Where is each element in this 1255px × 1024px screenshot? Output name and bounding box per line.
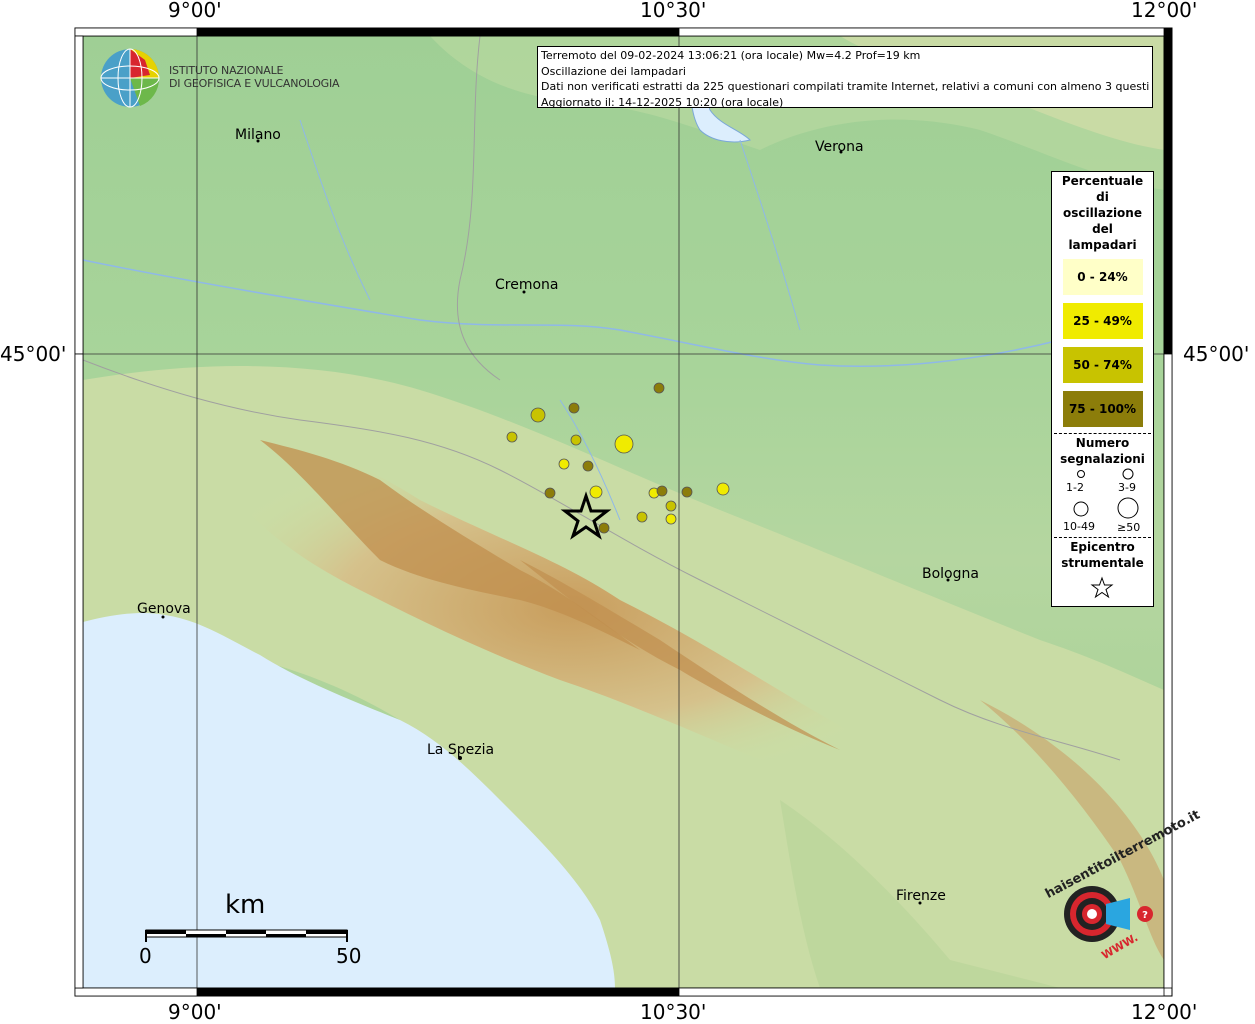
lon-label-bottom-left: 9°00' <box>168 1000 222 1024</box>
event-info-box: Terremoto del 09-02-2024 13:06:21 (ora l… <box>537 46 1153 109</box>
scale-unit: km <box>225 890 266 920</box>
obs-point <box>544 487 556 499</box>
obs-point <box>716 482 730 496</box>
legend-epicenter-title: Epicentro strumentale <box>1052 539 1153 571</box>
city-label-milano: Milano <box>235 127 281 143</box>
obs-point <box>656 485 668 497</box>
lon-label-top-mid: 10°30' <box>640 0 707 22</box>
legend-size-keys: 1-2 3-9 10-49 ≥50 <box>1052 467 1153 537</box>
obs-point <box>530 407 546 423</box>
legend-class-25-49: 25 - 49% <box>1062 303 1143 339</box>
obs-point <box>570 434 582 446</box>
obs-point <box>568 402 580 414</box>
obs-point <box>558 458 570 470</box>
logo-line-1: ISTITUTO NAZIONALE <box>169 64 284 77</box>
obs-point <box>598 522 610 534</box>
city-label-genova: Genova <box>137 601 191 617</box>
city-label-firenze: Firenze <box>896 888 946 904</box>
obs-point <box>636 511 648 523</box>
legend-panel: Percentuale di oscillazione del lampadar… <box>1051 171 1154 607</box>
legend-title-line: oscillazione <box>1063 206 1142 220</box>
legend-count-label: 10-49 <box>1063 520 1095 533</box>
legend-count-title: Numero segnalazioni <box>1052 435 1153 467</box>
event-line: Terremoto del 09-02-2024 13:06:21 (ora l… <box>541 49 921 62</box>
obs-point <box>665 513 677 525</box>
city-label-bologna: Bologna <box>922 566 979 582</box>
terrain <box>82 35 1164 988</box>
obs-point <box>653 382 665 394</box>
lon-label-bottom-mid: 10°30' <box>640 1000 707 1024</box>
obs-point <box>665 500 677 512</box>
city-label-cremona: Cremona <box>495 277 559 293</box>
obs-point <box>506 431 518 443</box>
lon-label-bottom-right: 12°00' <box>1131 1000 1198 1024</box>
legend-count-label: 3-9 <box>1118 481 1136 494</box>
update-line: Aggiornato il: 14-12-2025 10:20 (ora loc… <box>541 95 784 109</box>
legend-count-label: ≥50 <box>1117 521 1141 534</box>
legend-title-line: del <box>1092 222 1113 236</box>
svg-text:?: ? <box>1142 910 1148 921</box>
legend-class-50-74: 50 - 74% <box>1062 347 1143 383</box>
scale-start: 0 <box>139 944 152 968</box>
logo-line-2: DI GEOFISICA E VULCANOLOGIA <box>169 77 340 90</box>
city-label-verona: Verona <box>815 139 864 155</box>
legend-title-line: Percentuale <box>1061 174 1144 188</box>
legend-title-line: lampadari <box>1068 238 1137 252</box>
obs-point <box>614 434 634 454</box>
ingv-logo-text: ISTITUTO NAZIONALE DI GEOFISICA E VULCAN… <box>169 64 340 90</box>
lon-label-top-right: 12°00' <box>1131 0 1198 22</box>
parameter-line: Oscillazione dei lampadari <box>541 64 686 78</box>
city-label-la-spezia: La Spezia <box>427 742 495 758</box>
obs-point <box>681 486 693 498</box>
lat-label-left: 45°00' <box>0 342 67 366</box>
legend-title-line: di <box>1096 190 1109 204</box>
ingv-logo-icon <box>100 48 160 108</box>
obs-point <box>582 460 594 472</box>
legend-epicenter-star-icon <box>1090 576 1114 599</box>
lon-label-top-left: 9°00' <box>168 0 222 22</box>
legend-epicenter-title-line: Epicentro <box>1070 540 1135 554</box>
legend-epicenter-title-line: strumentale <box>1061 556 1144 570</box>
legend-count-title-line: Numero <box>1075 436 1130 450</box>
obs-point <box>589 485 603 499</box>
legend-class-0-24: 0 - 24% <box>1062 259 1143 295</box>
legend-count-label: 1-2 <box>1066 481 1084 494</box>
legend-divider <box>1054 537 1151 538</box>
legend-divider <box>1054 433 1151 434</box>
legend-class-75-100: 75 - 100% <box>1062 391 1143 427</box>
data-note-line: Dati non verificati estratti da 225 ques… <box>541 80 1149 93</box>
legend-title: Percentuale di oscillazione del lampadar… <box>1052 173 1153 253</box>
scale-end: 50 <box>336 944 362 968</box>
legend-count-title-line: segnalazioni <box>1060 452 1145 466</box>
lat-label-right: 45°00' <box>1183 342 1250 366</box>
